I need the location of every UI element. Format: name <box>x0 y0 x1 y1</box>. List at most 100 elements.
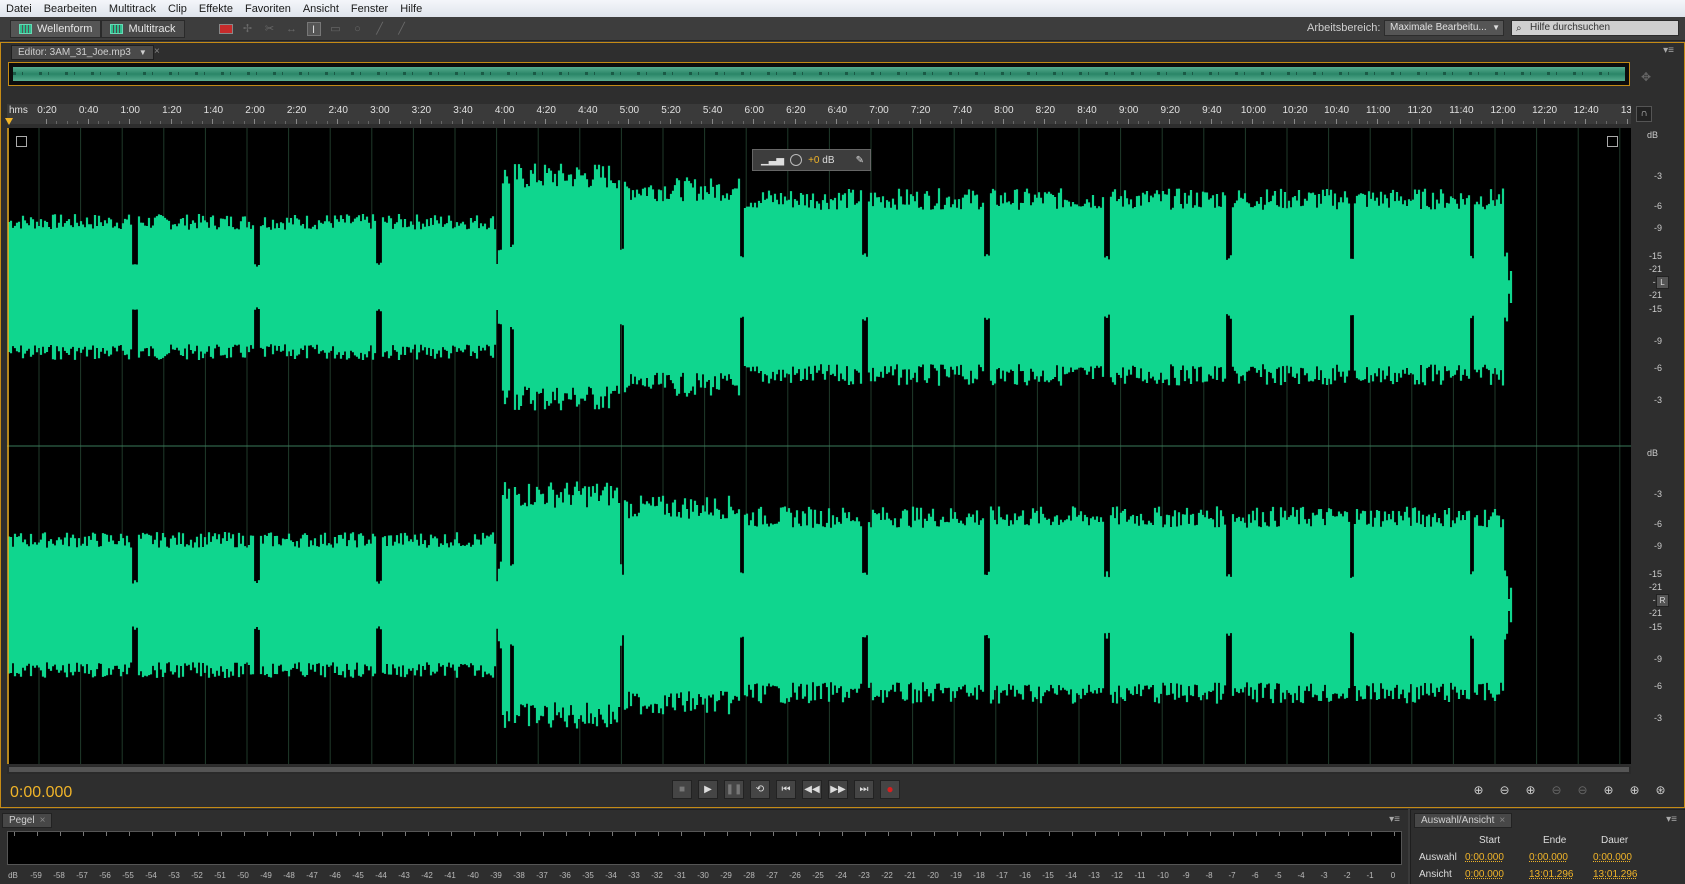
db-tick-label: -9 <box>1653 336 1662 346</box>
stop-icon[interactable]: ■ <box>672 780 692 799</box>
menu-favoriten[interactable]: Favoriten <box>245 3 291 15</box>
multitrack-mode-button[interactable]: Multitrack <box>101 19 185 38</box>
meter-scale-label: -28 <box>743 871 755 880</box>
close-icon[interactable]: × <box>40 815 46 826</box>
record-icon[interactable]: ● <box>880 780 900 799</box>
pin-icon[interactable]: ✎ <box>856 155 864 166</box>
search-icon: ⌕ <box>1516 23 1522 34</box>
meter-tick <box>1187 832 1188 836</box>
view-end-value[interactable]: 13:01.296 <box>1529 869 1593 880</box>
ruler-minor-tick <box>191 121 193 124</box>
zoom-in-time-icon[interactable]: ⊕ <box>1522 782 1539 799</box>
scrollbar-thumb[interactable] <box>9 767 1629 772</box>
tab-auswahl-ansicht[interactable]: Auswahl/Ansicht × <box>1414 813 1513 828</box>
chevron-down-icon[interactable]: ▼ <box>139 46 147 59</box>
fast-forward-icon[interactable]: ▶▶ <box>828 780 848 799</box>
zoom-out-full-icon[interactable]: ⊖ <box>1574 782 1591 799</box>
zoom-selection-icon[interactable]: ⊕ <box>1626 782 1643 799</box>
ruler-minor-tick <box>233 121 235 124</box>
channel-right-badge[interactable]: R <box>1656 594 1669 607</box>
marquee-tool-icon[interactable]: ▭ <box>329 22 343 36</box>
meter-tick <box>1003 832 1004 836</box>
tab-pegel[interactable]: Pegel × <box>2 813 53 828</box>
timecode-display[interactable]: 0:00.000 <box>10 784 72 802</box>
fit-corner-icon[interactable] <box>16 136 27 147</box>
headphones-icon[interactable]: ∩ <box>1636 106 1652 122</box>
meter-tick <box>37 832 38 836</box>
panel-menu-icon[interactable]: ▾≡ <box>1389 814 1400 825</box>
ruler-minor-tick <box>1325 121 1327 124</box>
skip-to-start-icon[interactable]: ⏮ <box>776 780 796 799</box>
zoom-navigator-icon[interactable]: ✥ <box>1641 70 1651 84</box>
menu-clip[interactable]: Clip <box>168 3 187 15</box>
move-tool-icon[interactable]: ✢ <box>241 22 255 36</box>
db-tick-label: -6 <box>1653 363 1662 373</box>
time-selection-tool-icon[interactable]: I <box>306 21 321 36</box>
workspace-select[interactable]: Maximale Bearbeitu... ▼ <box>1384 20 1504 36</box>
ruler-tick-label: 10:40 <box>1324 105 1350 116</box>
db-tick-label: -3 <box>1653 395 1662 405</box>
zoom-in-point-icon[interactable]: ⊕ <box>1600 782 1617 799</box>
selection-duration-value[interactable]: 0:00.000 <box>1593 852 1657 863</box>
gain-hud[interactable]: ▁▃▅ +0 dB ✎ <box>752 149 871 171</box>
gain-knob-icon[interactable] <box>790 154 803 166</box>
panel-menu-icon[interactable]: ▾≡ <box>1663 45 1674 56</box>
razor-tool-icon[interactable]: ✂ <box>263 22 277 36</box>
rewind-icon[interactable]: ◀◀ <box>802 780 822 799</box>
meter-scale-label: -32 <box>651 871 663 880</box>
play-icon[interactable]: ▶ <box>698 780 718 799</box>
help-search-input[interactable]: ⌕ Hilfe durchsuchen <box>1511 20 1679 36</box>
ruler-minor-tick <box>222 121 224 124</box>
meter-tick <box>543 832 544 836</box>
close-icon[interactable]: × <box>154 46 160 57</box>
selection-end-value[interactable]: 0:00.000 <box>1529 852 1593 863</box>
skip-to-end-icon[interactable]: ⏭ <box>854 780 874 799</box>
meter-tick <box>1095 832 1096 836</box>
horizontal-scrollbar[interactable] <box>7 766 1631 774</box>
menu-ansicht[interactable]: Ansicht <box>303 3 339 15</box>
meter-scale-label: -46 <box>329 871 341 880</box>
playhead-marker[interactable] <box>5 118 13 125</box>
menu-multitrack[interactable]: Multitrack <box>109 3 156 15</box>
ruler-minor-tick <box>1242 121 1243 124</box>
pause-icon[interactable]: ❚❚ <box>724 780 744 799</box>
ruler-minor-tick <box>326 121 328 124</box>
menu-datei[interactable]: Datei <box>6 3 32 15</box>
view-duration-value[interactable]: 13:01.296 <box>1593 869 1657 880</box>
editor-file-tab[interactable]: Editor: 3AM_31_Joe.mp3 ▼ <box>11 45 154 60</box>
ruler-minor-tick <box>742 121 744 124</box>
loop-icon[interactable]: ⟲ <box>750 780 770 799</box>
meter-tick <box>1118 832 1119 836</box>
meter-tick <box>957 832 958 836</box>
ruler-minor-tick <box>1065 121 1067 124</box>
expand-corner-icon[interactable] <box>1607 136 1618 147</box>
brush-tool-icon[interactable]: ╱ <box>373 22 387 36</box>
ruler-tick-label: 7:00 <box>869 105 889 116</box>
pegel-tab-label: Pegel <box>9 815 35 826</box>
lasso-tool-icon[interactable]: ○ <box>351 22 365 36</box>
waveform-overview[interactable] <box>8 62 1630 86</box>
zoom-in-amplitude-icon[interactable]: ⊕ <box>1470 782 1487 799</box>
waveform-mode-button[interactable]: Wellenform <box>10 19 102 38</box>
menu-effekte[interactable]: Effekte <box>199 3 233 15</box>
view-start-value[interactable]: 0:00.000 <box>1465 869 1529 880</box>
menu-fenster[interactable]: Fenster <box>351 3 388 15</box>
zoom-out-amplitude-icon[interactable]: ⊖ <box>1496 782 1513 799</box>
panel-menu-icon[interactable]: ▾≡ <box>1666 814 1677 825</box>
channel-left-badge[interactable]: L <box>1656 276 1669 289</box>
meter-tick <box>842 832 843 836</box>
healing-tool-icon[interactable]: ╱ <box>395 22 409 36</box>
waveform-display[interactable] <box>7 128 1631 764</box>
menu-hilfe[interactable]: Hilfe <box>400 3 422 15</box>
spectral-display-icon[interactable] <box>218 23 233 34</box>
menu-bearbeiten[interactable]: Bearbeiten <box>44 3 97 15</box>
close-icon[interactable]: × <box>1499 815 1505 826</box>
gain-value[interactable]: +0 <box>808 155 819 166</box>
time-ruler[interactable]: hms 0:20 0:40 1:00 1:20 1:40 2:00 2:20 2:40 3:00 3… <box>7 104 1631 124</box>
ruler-tick-label: 8:20 <box>1035 105 1056 116</box>
zoom-reset-icon[interactable]: ⊛ <box>1652 782 1669 799</box>
selection-start-value[interactable]: 0:00.000 <box>1465 852 1529 863</box>
zoom-out-time-icon[interactable]: ⊖ <box>1548 782 1565 799</box>
table-row: Ansicht 0:00.000 13:01.296 13:01.296 <box>1419 866 1657 883</box>
slip-tool-icon[interactable]: ↔ <box>285 22 299 36</box>
